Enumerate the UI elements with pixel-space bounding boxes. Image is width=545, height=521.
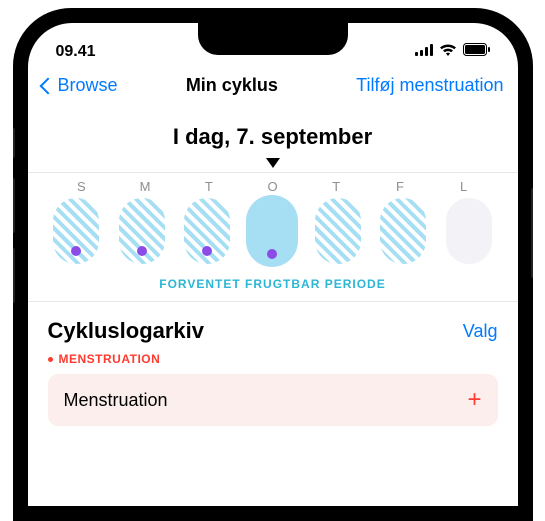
day-oval-wrap[interactable]	[180, 198, 233, 267]
weekday-label: T	[304, 179, 368, 194]
ovulation-dot-icon	[202, 246, 212, 256]
menstruation-tag-label: MENSTRUATION	[59, 352, 161, 366]
chevron-left-icon	[39, 77, 56, 94]
weekday-label: T	[177, 179, 241, 194]
log-row-label: Menstruation	[64, 390, 168, 411]
nav-title: Min cyklus	[186, 75, 278, 96]
cycle-log-title: Cykluslogarkiv	[48, 318, 205, 344]
notch	[198, 23, 348, 55]
phone-frame: 09.41 Browse Min cyklus Tilføj men	[13, 8, 533, 521]
weekday-label: F	[368, 179, 432, 194]
side-button	[13, 178, 15, 233]
day-oval	[53, 198, 99, 264]
menstruation-log-row[interactable]: Menstruation +	[48, 374, 498, 426]
day-oval	[446, 198, 492, 264]
weekday-label: L	[432, 179, 496, 194]
cellular-icon	[415, 43, 433, 61]
status-icons	[415, 43, 490, 61]
weekday-label: M	[113, 179, 177, 194]
nav-bar: Browse Min cyklus Tilføj menstruation	[28, 67, 518, 104]
day-ovals	[28, 194, 518, 267]
day-oval-wrap[interactable]	[311, 198, 364, 267]
battery-icon	[463, 43, 490, 61]
screen: 09.41 Browse Min cyklus Tilføj men	[28, 23, 518, 506]
day-oval-wrap[interactable]	[377, 198, 430, 267]
side-button	[13, 128, 15, 158]
weekday-label: O	[241, 179, 305, 194]
add-menstruation-button[interactable]: Tilføj menstruation	[356, 75, 503, 96]
week-strip[interactable]: SMTOTFL FORVENTET FRUGTBAR PERIODE	[28, 172, 518, 302]
day-oval	[119, 198, 165, 264]
back-button[interactable]: Browse	[42, 75, 118, 96]
back-label: Browse	[58, 75, 118, 96]
caret-down-icon	[266, 158, 280, 168]
day-oval	[184, 198, 230, 264]
cycle-log-header: Cykluslogarkiv Valg	[48, 318, 498, 344]
side-button	[13, 248, 15, 303]
weekday-row: SMTOTFL	[28, 179, 518, 194]
day-oval-current	[246, 195, 298, 267]
ovulation-dot-icon	[267, 249, 277, 259]
options-button[interactable]: Valg	[463, 321, 498, 342]
day-oval	[380, 198, 426, 264]
day-oval	[315, 198, 361, 264]
day-oval-wrap[interactable]	[246, 198, 299, 267]
wifi-icon	[439, 43, 457, 61]
status-time: 09.41	[56, 43, 96, 61]
day-oval-wrap[interactable]	[442, 198, 495, 267]
side-button	[531, 188, 533, 278]
ovulation-dot-icon	[137, 246, 147, 256]
fertile-period-caption: FORVENTET FRUGTBAR PERIODE	[28, 267, 518, 291]
day-oval-wrap[interactable]	[115, 198, 168, 267]
plus-icon: +	[467, 388, 481, 412]
cycle-log-section: Cykluslogarkiv Valg MENSTRUATION Menstru…	[28, 302, 518, 442]
date-header: I dag, 7. september	[28, 104, 518, 158]
day-oval-wrap[interactable]	[50, 198, 103, 267]
menstruation-tag: MENSTRUATION	[48, 352, 498, 366]
ovulation-dot-icon	[71, 246, 81, 256]
red-dot-icon	[48, 357, 53, 362]
weekday-label: S	[50, 179, 114, 194]
